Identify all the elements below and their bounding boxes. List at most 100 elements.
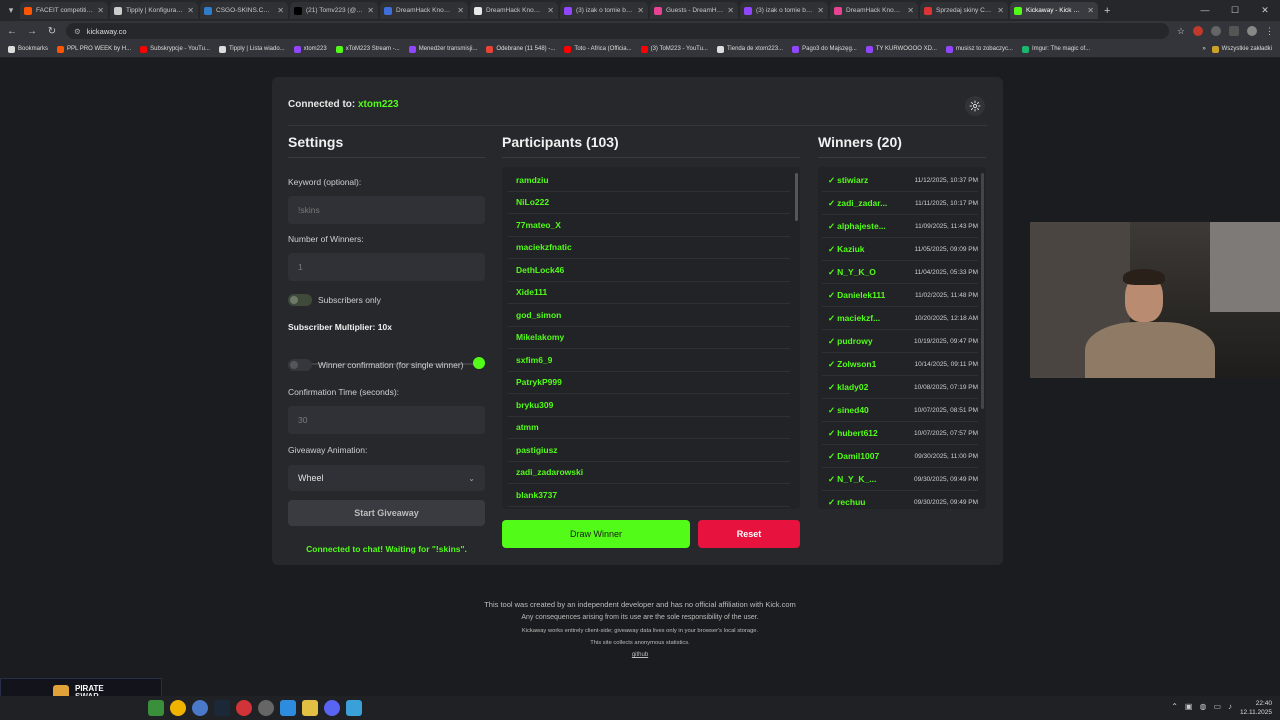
puzzle-icon[interactable] — [1229, 26, 1239, 36]
participants-list[interactable]: ramdziu NiLo222 77mateo_X maciekzfnatic Deth… — [502, 167, 800, 509]
back-icon[interactable]: ← — [6, 26, 18, 37]
tab-close-icon[interactable]: ✕ — [277, 6, 284, 15]
tab-close-icon[interactable]: ✕ — [547, 6, 554, 15]
tab-close-icon[interactable]: ✕ — [997, 6, 1004, 15]
browser-tab[interactable]: FACEIT competitive m...✕ — [20, 2, 108, 19]
bookmark-item[interactable]: Toto - Africa (Officia... — [564, 45, 632, 53]
reset-button[interactable]: Reset — [698, 520, 800, 548]
chevron-down-icon: ⌄ — [468, 473, 475, 483]
winner-name: ✓ sined40 — [828, 404, 869, 415]
extension-icon[interactable] — [1193, 26, 1203, 36]
all-bookmarks-folder[interactable]: Wszystkie zakładki — [1211, 45, 1272, 53]
network-icon[interactable]: ▭ — [1213, 702, 1221, 711]
settings-gear-button[interactable] — [965, 96, 985, 116]
browser-tab[interactable]: (3) izak o tomie beka... ✕ — [560, 2, 648, 19]
multiplier-slider-handle[interactable] — [473, 357, 485, 369]
bookmark-item[interactable]: Odebrane (11 548) -... — [486, 45, 555, 53]
animation-select[interactable]: Wheel ⌄ — [288, 465, 485, 491]
bookmark-item[interactable]: musisz to zobaczyc... — [945, 45, 1013, 53]
participant-row: atmm — [508, 417, 790, 439]
winners-scrollbar[interactable] — [981, 173, 984, 409]
app-icon[interactable] — [192, 700, 208, 716]
confirmation-time-input[interactable]: 30 — [288, 406, 485, 434]
explorer-icon[interactable] — [280, 700, 296, 716]
keyword-input[interactable]: !skins — [288, 196, 485, 224]
discord-icon[interactable] — [324, 700, 340, 716]
browser-tab[interactable]: DreamHack Knockout... ✕ — [380, 2, 468, 19]
winners-count-input[interactable]: 1 — [288, 253, 485, 281]
bookmark-item[interactable]: xToM223 Stream -... — [335, 45, 400, 53]
app-icon[interactable] — [302, 700, 318, 716]
winner-date: 10/07/2025, 08:51 PM — [914, 406, 978, 414]
draw-winner-button[interactable]: Draw Winner — [502, 520, 690, 548]
tab-title: DreamHack Knockout... — [846, 7, 903, 14]
browser-tab[interactable]: Guests - DreamHack S...✕ — [650, 2, 738, 19]
bookmark-item[interactable]: Tienda de xtom223... — [716, 45, 783, 53]
tab-close-icon[interactable]: ✕ — [367, 6, 374, 15]
bookmark-item[interactable]: Pago3 do Majszęg... — [792, 45, 857, 53]
winners-count-label: Number of Winners: — [288, 234, 364, 244]
profile-avatar[interactable] — [1247, 26, 1257, 36]
volume-icon[interactable]: ♪ — [1228, 702, 1232, 711]
bookmark-item[interactable]: Subskrypcje - YouTu... — [140, 45, 210, 53]
participant-row: maciekzfnatic — [508, 237, 790, 259]
url-field[interactable]: ⚙ kickaway.co — [66, 23, 1169, 39]
new-tab-button[interactable]: + — [1104, 5, 1110, 17]
winner-name: ✓ hubert612 — [828, 427, 878, 438]
tab-close-icon[interactable]: ✕ — [907, 6, 914, 15]
bookmark-item[interactable]: Bookmarks — [8, 45, 48, 53]
taskbar-clock[interactable]: 22:40 12.11.2025 — [1240, 699, 1272, 717]
winners-list[interactable]: ✓ stiwiarz 11/12/2025, 10:37 PM ✓ zadi_zadar… — [818, 167, 986, 509]
menu-dots-icon[interactable]: ⋮ — [1265, 26, 1274, 37]
bookmark-item[interactable]: Imgur: The magic of... — [1021, 45, 1090, 53]
tab-close-icon[interactable]: ✕ — [187, 6, 194, 15]
bookmark-item[interactable]: xtom223 — [293, 45, 327, 53]
tab-close-icon[interactable]: ✕ — [97, 6, 104, 15]
tab-close-icon[interactable]: ✕ — [727, 6, 734, 15]
tab-close-icon[interactable]: ✕ — [457, 6, 464, 15]
bookmark-item[interactable]: Menedżer transmisji... — [408, 45, 477, 53]
mic-icon[interactable]: ◍ — [1199, 702, 1206, 711]
start-giveaway-button[interactable]: Start Giveaway — [288, 500, 485, 526]
winner-confirmation-toggle[interactable] — [288, 359, 312, 371]
subscribers-only-toggle[interactable] — [288, 294, 312, 306]
browser-tab[interactable]: Tipply | Konfigurator |...✕ — [110, 2, 198, 19]
tab-close-icon[interactable]: ✕ — [817, 6, 824, 15]
settings-icon[interactable] — [258, 700, 274, 716]
github-link[interactable]: github — [0, 652, 1280, 658]
browser-tab[interactable]: Sprzedaj skiny CS2 (C... ✕ — [920, 2, 1008, 19]
browser-tab[interactable]: CSGO-SKINS.COM - B...✕ — [200, 2, 288, 19]
winner-row: ✓ zadi_zadar... 11/11/2025, 10:17 PM — [822, 192, 978, 215]
minimize-icon[interactable]: — — [1190, 0, 1220, 21]
notepad-icon[interactable] — [346, 700, 362, 716]
extension-icon[interactable] — [1211, 26, 1221, 36]
participants-scrollbar[interactable] — [795, 173, 798, 221]
site-info-icon[interactable]: ⚙ — [74, 27, 81, 36]
maximize-icon[interactable]: ☐ — [1220, 0, 1250, 21]
close-window-icon[interactable]: ✕ — [1250, 0, 1280, 21]
bookmark-item[interactable]: TY KURWOOOO XD... — [865, 45, 937, 53]
browser-tab[interactable]: (3) izak o tomie beka... ✕ — [740, 2, 828, 19]
reload-icon[interactable]: ↻ — [46, 26, 58, 37]
app-icon[interactable] — [236, 700, 252, 716]
chrome-icon[interactable] — [170, 700, 186, 716]
browser-tab[interactable]: Kickaway - Kick Givea...✕ — [1010, 2, 1098, 19]
bookmark-item[interactable]: PPL PRO WEEK by H... — [57, 45, 131, 53]
browser-tab[interactable]: DreamHack Knockout... ✕ — [830, 2, 918, 19]
forward-icon[interactable]: → — [26, 26, 38, 37]
browser-tab[interactable]: (21) Tomv223 (@Tom...✕ — [290, 2, 378, 19]
bookmark-item[interactable]: Tipply | Lista wiado... — [218, 45, 285, 53]
app-icon[interactable] — [148, 700, 164, 716]
star-icon[interactable]: ☆ — [1177, 26, 1185, 37]
browser-tab[interactable]: DreamHack Knockout... ✕ — [470, 2, 558, 19]
bookmark-item[interactable]: (3) ToM223 - YouTu... — [640, 45, 708, 53]
tray-expand-icon[interactable]: ⌃ — [1171, 702, 1178, 711]
more-bookmarks-icon[interactable]: » — [1202, 46, 1205, 53]
steam-icon[interactable] — [214, 700, 230, 716]
footer-stats-note: This site collects anonymous statistics. — [590, 640, 690, 646]
tab-close-icon[interactable]: ✕ — [637, 6, 644, 15]
tab-close-icon[interactable]: ✕ — [1087, 6, 1094, 15]
chat-status-text: Connected to chat! Waiting for "!skins". — [306, 544, 467, 554]
tab-search-icon[interactable]: ▾ — [4, 4, 18, 18]
tray-app-icon[interactable]: ▣ — [1185, 702, 1193, 711]
